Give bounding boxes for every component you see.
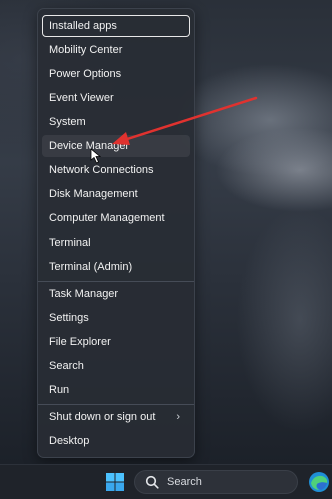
edge-browser-icon[interactable]	[308, 471, 330, 493]
search-label: Search	[167, 476, 202, 488]
mouse-cursor-icon	[90, 148, 102, 164]
taskbar-search-box[interactable]: Search	[134, 470, 298, 494]
windows-start-icon[interactable]	[106, 473, 124, 491]
taskbar: Search	[0, 464, 332, 499]
annotation-arrow-icon	[112, 96, 258, 145]
search-icon	[145, 475, 159, 489]
